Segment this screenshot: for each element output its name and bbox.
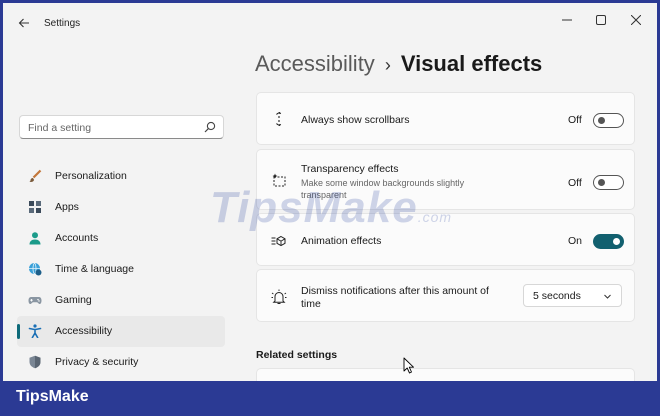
breadcrumb-separator: › <box>384 55 391 75</box>
sidebar-item-privacy-security[interactable]: Privacy & security <box>17 347 225 378</box>
notification-timer-icon <box>271 289 287 304</box>
breadcrumb: Accessibility › Visual effects <box>255 51 542 81</box>
toggle-state-label: Off <box>568 114 582 126</box>
maximize-icon <box>596 15 606 25</box>
search-input[interactable]: Find a setting <box>19 115 224 139</box>
animation-icon <box>271 235 286 247</box>
watermark-suffix: .com <box>417 209 453 225</box>
minimize-button[interactable] <box>556 11 578 31</box>
settings-window: Settings Find a setting Personalization <box>3 3 657 381</box>
toggle-knob <box>613 238 620 245</box>
sidebar-item-apps[interactable]: Apps <box>17 192 225 223</box>
setting-title: Dismiss notifications after this amount … <box>301 285 489 310</box>
gamepad-icon <box>28 297 42 304</box>
shield-icon <box>29 355 41 369</box>
sidebar-item-accessibility[interactable]: Accessibility <box>17 316 225 347</box>
search-placeholder: Find a setting <box>28 122 92 134</box>
sidebar-item-label: Accounts <box>55 232 99 244</box>
mouse-cursor-icon <box>403 357 414 374</box>
brush-icon <box>29 169 42 183</box>
sidebar-item-accounts[interactable]: Accounts <box>17 223 225 254</box>
back-button[interactable] <box>15 15 33 33</box>
setting-title: Transparency effects <box>301 163 399 175</box>
apps-icon <box>29 201 41 213</box>
app-title: Settings <box>44 18 81 29</box>
arrow-left-icon <box>18 18 29 28</box>
breadcrumb-parent[interactable]: Accessibility <box>255 51 375 76</box>
person-icon <box>29 232 41 245</box>
sidebar-item-label: Accessibility <box>55 325 113 337</box>
title-bar: Settings <box>3 3 657 45</box>
maximize-button[interactable] <box>590 11 612 31</box>
sidebar-item-time-language[interactable]: Time & language <box>17 254 225 285</box>
page-title: Visual effects <box>400 51 543 76</box>
toggle-state-label: Off <box>568 177 582 189</box>
setting-card-notifications: Dismiss notifications after this amount … <box>256 269 635 322</box>
chevron-down-icon <box>604 294 611 299</box>
animation-toggle[interactable] <box>593 234 624 249</box>
watermark-text: TipsMake <box>210 183 418 232</box>
scrollbar-icon <box>276 111 282 127</box>
close-button[interactable] <box>625 11 647 31</box>
sidebar-item-label: Gaming <box>55 294 92 306</box>
transparency-toggle[interactable] <box>593 175 624 190</box>
sidebar-item-label: Personalization <box>55 170 127 182</box>
related-settings-heading: Related settings <box>256 349 338 361</box>
dismiss-time-select[interactable]: 5 seconds <box>523 284 622 307</box>
sidebar-item-label: Time & language <box>55 263 134 275</box>
sidebar-item-personalization[interactable]: Personalization <box>17 161 225 192</box>
sidebar-item-label: Apps <box>55 201 79 213</box>
setting-title: Animation effects <box>301 235 382 247</box>
setting-card-scrollbars: Always show scrollbars Off <box>256 92 635 145</box>
close-icon <box>630 14 642 26</box>
globe-clock-icon <box>29 262 42 276</box>
related-settings-card[interactable] <box>256 368 635 381</box>
watermark: TipsMake.com <box>210 183 452 233</box>
toggle-state-label: On <box>568 235 583 247</box>
sidebar-item-gaming[interactable]: Gaming <box>17 285 225 316</box>
accessibility-icon <box>28 324 42 338</box>
setting-title: Always show scrollbars <box>301 114 410 126</box>
scrollbars-toggle[interactable] <box>593 113 624 128</box>
sidebar-nav: Personalization Apps Accounts Time & lan… <box>17 161 227 378</box>
toggle-knob <box>598 117 605 124</box>
minimize-icon <box>562 19 572 21</box>
toggle-knob <box>598 179 605 186</box>
search-icon <box>204 121 216 133</box>
sidebar-item-label: Privacy & security <box>55 356 139 368</box>
footer-brand: TipsMake <box>16 388 89 405</box>
dropdown-value: 5 seconds <box>533 290 581 302</box>
